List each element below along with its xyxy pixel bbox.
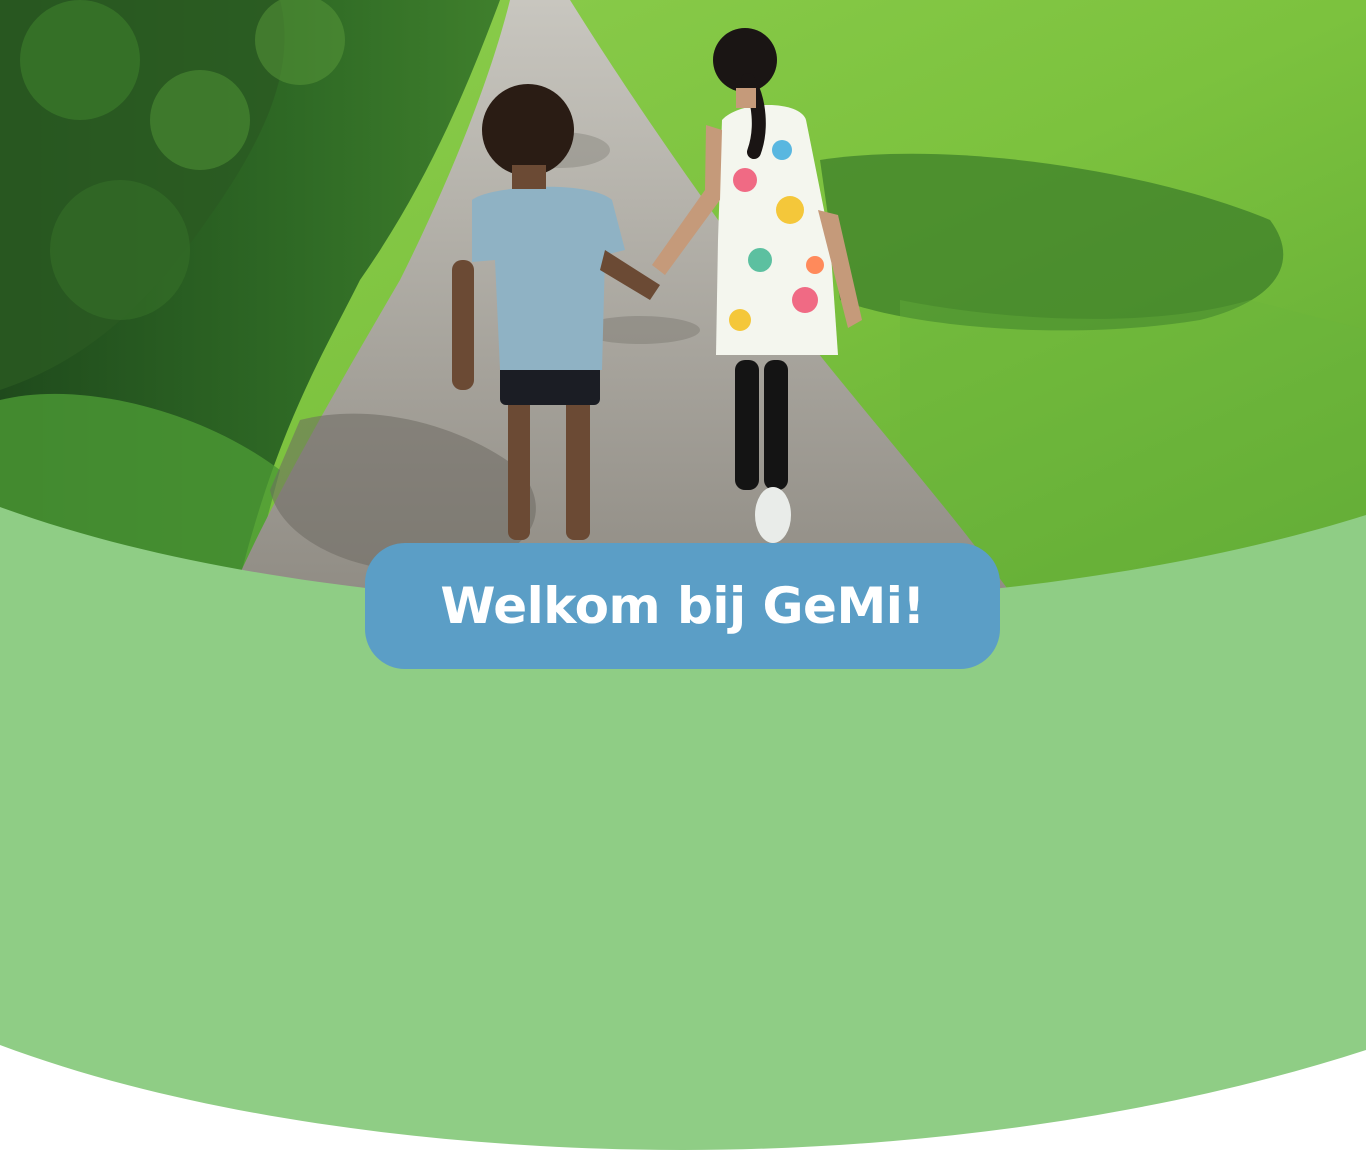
welcome-title: Welkom bij GeMi! [440,577,925,635]
welcome-banner: Welkom bij GeMi! [365,543,1000,669]
welcome-page: Welkom bij GeMi! [0,0,1366,1151]
